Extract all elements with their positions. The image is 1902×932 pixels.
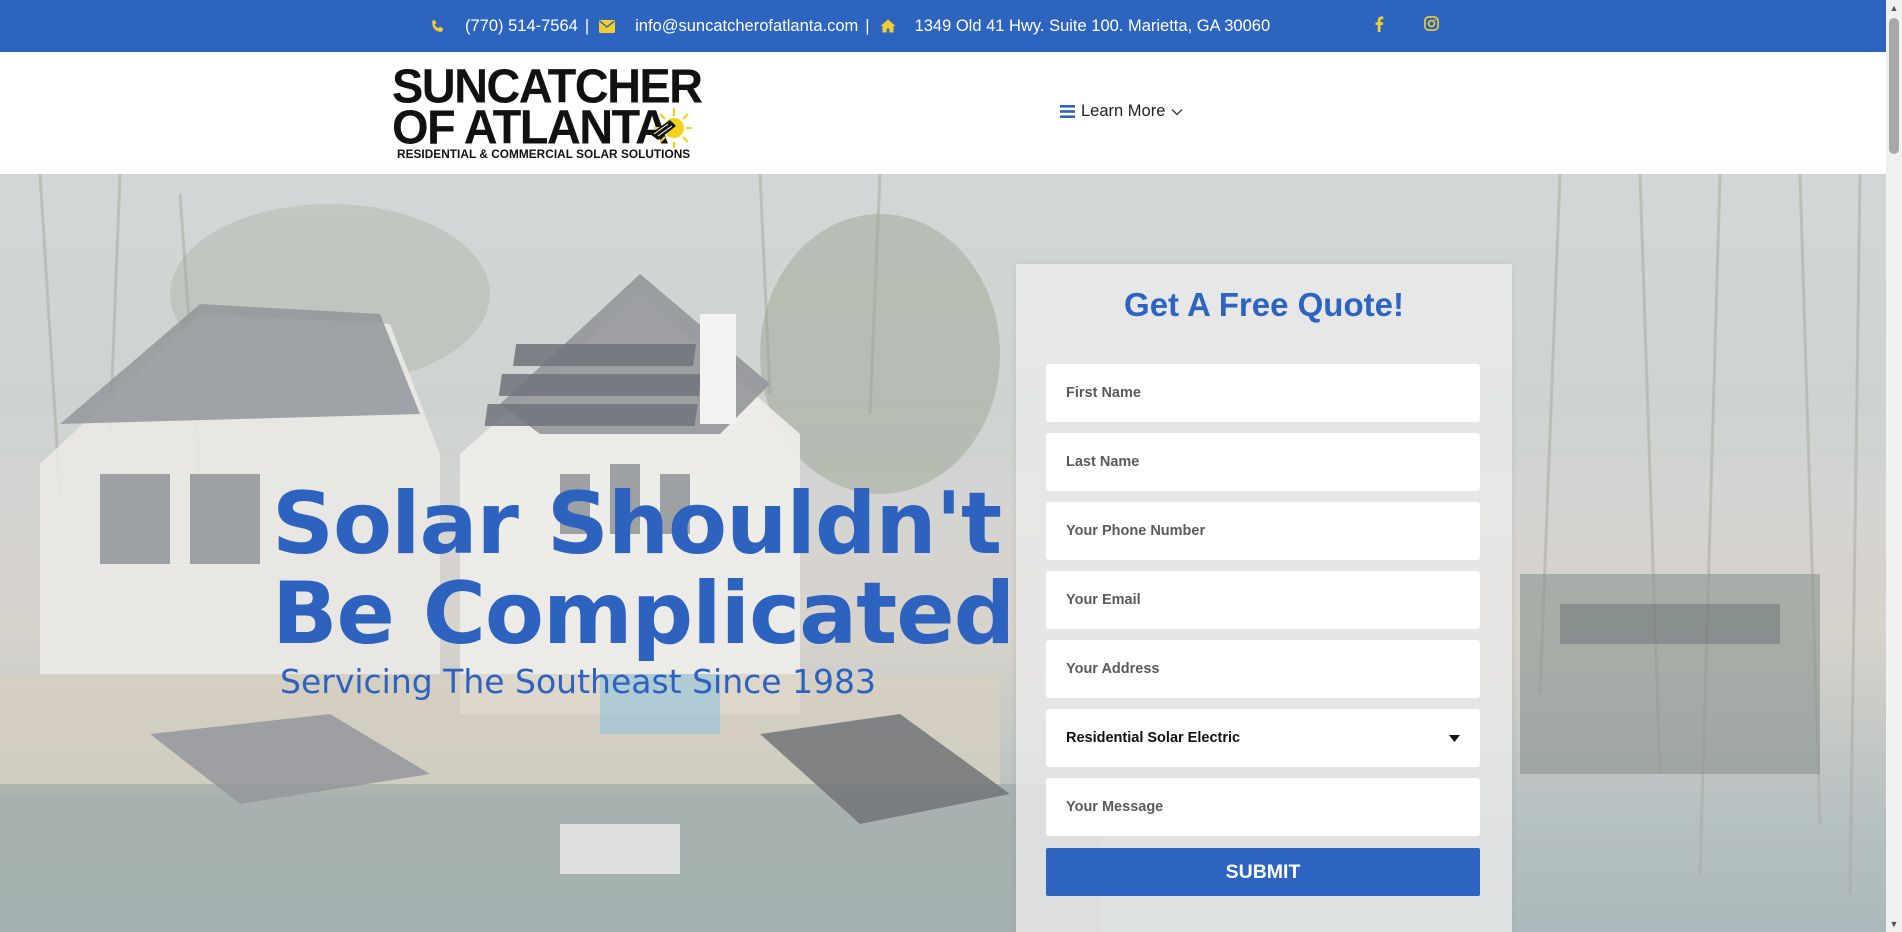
page-scrollbar[interactable]: ▲ ▼ — [1886, 0, 1902, 932]
facebook-icon — [1374, 16, 1384, 37]
separator: | — [865, 16, 870, 35]
facebook-link[interactable] — [1374, 0, 1384, 52]
phone-icon — [430, 19, 445, 34]
chevron-down-icon — [1171, 108, 1183, 115]
submit-button[interactable]: SUBMIT — [1046, 848, 1480, 896]
address-field[interactable] — [1046, 640, 1480, 698]
scroll-down-arrow-icon[interactable]: ▼ — [1886, 916, 1902, 932]
phone-number-field[interactable] — [1046, 502, 1480, 560]
learn-more-menu[interactable]: Learn More — [1060, 102, 1183, 121]
message-field[interactable] — [1046, 778, 1480, 836]
contact-info: (770) 514-7564 | info@suncatcherofatlant… — [430, 0, 1270, 52]
hero-headline: Solar Shouldn't Be Complicated — [272, 474, 1015, 664]
top-contact-bar: (770) 514-7564 | info@suncatcherofatlant… — [0, 0, 1886, 52]
phone-link[interactable]: (770) 514-7564 — [465, 17, 578, 36]
email-link[interactable]: info@suncatcherofatlanta.com — [635, 17, 858, 36]
scroll-up-arrow-icon[interactable]: ▲ — [1886, 0, 1902, 16]
learn-more-label: Learn More — [1081, 102, 1166, 120]
quote-form: Get A Free Quote! Residential Solar Elec… — [1016, 264, 1512, 932]
logo-tagline: RESIDENTIAL & COMMERCIAL SOLAR SOLUTIONS — [397, 147, 691, 161]
service-type-select[interactable]: Residential Solar Electric — [1046, 709, 1480, 767]
scrollbar-thumb[interactable] — [1889, 18, 1899, 154]
hero-subheadline: Servicing The Southeast Since 1983 — [280, 662, 877, 701]
separator: | — [584, 16, 590, 35]
envelope-icon — [599, 19, 616, 33]
last-name-field[interactable] — [1046, 433, 1480, 491]
service-type-value: Residential Solar Electric — [1066, 730, 1241, 746]
hero-section: Solar Shouldn't Be Complicated Servicing… — [0, 174, 1886, 932]
hero-headline-line-1: Solar Shouldn't — [272, 474, 1002, 574]
site-logo[interactable]: SUNCATCHER OF ATLANTA RESIDENTIAL & COMM… — [392, 62, 703, 162]
logo-line-2: OF ATLANTA — [392, 99, 669, 154]
hero-headline-line-2: Be Complicated — [272, 564, 1015, 664]
address-text: 1349 Old 41 Hwy. Suite 100. Marietta, GA… — [914, 16, 1271, 35]
sun-logo-icon — [650, 108, 692, 148]
instagram-link[interactable] — [1424, 0, 1439, 52]
hamburger-icon — [1060, 105, 1075, 118]
first-name-field[interactable] — [1046, 364, 1480, 422]
home-icon — [880, 19, 896, 33]
email-field[interactable] — [1046, 571, 1480, 629]
instagram-icon — [1424, 16, 1439, 36]
site-header: SUNCATCHER OF ATLANTA RESIDENTIAL & COMM… — [0, 52, 1886, 174]
quote-form-title: Get A Free Quote! — [1124, 286, 1404, 323]
caret-down-icon — [1449, 734, 1460, 742]
